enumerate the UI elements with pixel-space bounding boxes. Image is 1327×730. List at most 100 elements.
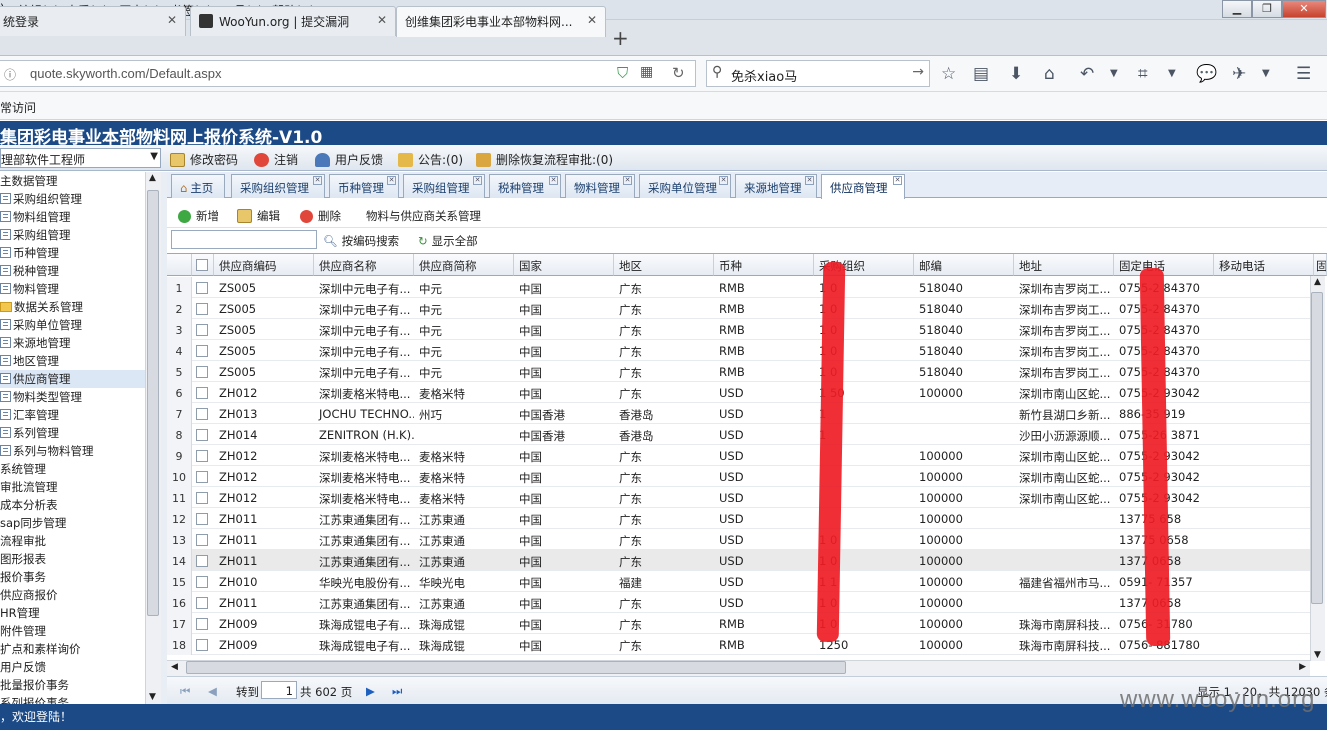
table-row[interactable]: 4ZS005深圳中元电子有...中元中国广东RMB1 0518040深圳布吉罗岗… — [167, 340, 1310, 361]
browser-tab-wooyun[interactable]: WooYun.org | 提交漏洞 ✕ — [190, 6, 396, 36]
table-row[interactable]: 3ZS005深圳中元电子有...中元中国广东RMB1 0518040深圳布吉罗岗… — [167, 319, 1310, 340]
close-tab-icon[interactable]: ✕ — [473, 176, 482, 185]
sidebar-item-master-data[interactable]: 主数据管理 — [0, 172, 58, 190]
show-all-button[interactable]: ↻ 显示全部 — [418, 233, 478, 249]
row-checkbox[interactable] — [196, 345, 208, 357]
delete-button[interactable]: 删除 — [300, 208, 341, 224]
row-checkbox[interactable] — [196, 513, 208, 525]
reading-list-icon[interactable]: ▤ — [973, 64, 989, 84]
sidebar-item-supplier-quote[interactable]: 供应商报价 — [0, 586, 58, 604]
close-tab-icon[interactable]: ✕ — [719, 176, 728, 185]
url-bar[interactable]: ⓘ quote.skyworth.com/Default.aspx ⛉ ▦ ↻ — [0, 60, 696, 87]
table-row[interactable]: 8ZH014ZENITRON (H.K)...中国香港香港岛USD 1沙田小沥源… — [167, 424, 1310, 445]
table-row[interactable]: 14ZH011江苏東通集团有...江苏東通中国广东USD1 0100000137… — [167, 550, 1310, 571]
sidebar-item-series-material[interactable]: 系列与物料管理 — [0, 442, 94, 460]
sidebar-item-system[interactable]: 系统管理 — [0, 460, 46, 478]
sidebar-item-supplier[interactable]: 供应商管理 — [0, 370, 145, 388]
col-header-postcode[interactable]: 邮编 — [914, 254, 1014, 276]
go-arrow-icon[interactable]: → — [912, 64, 924, 80]
change-password-button[interactable]: 修改密码 — [170, 151, 238, 168]
bookmark-most-visited[interactable]: 常访问 — [0, 99, 36, 116]
sidebar-item-exchange-rate[interactable]: 汇率管理 — [0, 406, 59, 424]
search-input[interactable]: ⚲ 免杀xiao马 → — [706, 60, 930, 87]
sidebar-item-data-relation[interactable]: 数据关系管理 — [0, 298, 83, 316]
scroll-left-icon[interactable]: ◀ — [171, 662, 178, 672]
table-row[interactable]: 16ZH011江苏東通集团有...江苏東通中国广东USD1 0100000137… — [167, 592, 1310, 613]
table-row[interactable]: 13ZH011江苏東通集团有...江苏東通中国广东USD1 0100000137… — [167, 529, 1310, 550]
row-checkbox[interactable] — [196, 324, 208, 336]
col-header-currency[interactable]: 币种 — [714, 254, 814, 276]
table-row[interactable]: 12 ZH011 江苏東通集团有... 江苏東通 中国 广东 USD 100000 13775 … — [167, 508, 1310, 529]
tab-purchase-org[interactable]: 采购组织管理 ✕ — [231, 174, 325, 198]
sidebar-item-material-type[interactable]: 物料类型管理 — [0, 388, 82, 406]
undo-icon[interactable]: ↶ — [1080, 64, 1094, 84]
sidebar-item-user-feedback[interactable]: 用户反馈 — [0, 658, 46, 676]
sidebar-item-attachment[interactable]: 附件管理 — [0, 622, 46, 640]
col-header-address[interactable]: 地址 — [1014, 254, 1114, 276]
close-tab-icon[interactable]: ✕ — [377, 13, 387, 27]
crop-icon[interactable]: ⌗ — [1138, 64, 1148, 84]
close-tab-icon[interactable]: ✕ — [805, 176, 814, 185]
table-row[interactable]: 9 ZH012 深圳麦格米特电... 麦格米特 中国 广东 USD 100000 深圳市南山区蛇… — [167, 445, 1310, 466]
next-page-icon[interactable]: ▶ — [366, 684, 375, 698]
hamburger-menu-icon[interactable]: ☰ — [1296, 64, 1311, 84]
close-tab-icon[interactable]: ✕ — [313, 176, 322, 185]
tab-supplier[interactable]: 供应商管理 ✕ — [821, 174, 905, 199]
tab-tax[interactable]: 税种管理 ✕ — [489, 174, 561, 198]
tab-purchase-unit[interactable]: 采购单位管理 ✕ — [639, 174, 731, 198]
table-row[interactable]: 1ZS005深圳中元电子有...中元中国广东RMB1 0518040深圳布吉罗岗… — [167, 277, 1310, 298]
row-checkbox[interactable] — [196, 366, 208, 378]
chat-icon[interactable]: 💬 — [1196, 64, 1217, 84]
row-checkbox[interactable] — [196, 639, 208, 651]
tab-material[interactable]: 物料管理 ✕ — [565, 174, 635, 198]
sidebar-item-series[interactable]: 系列管理 — [0, 424, 59, 442]
sidebar-item-currency[interactable]: 币种管理 — [0, 244, 59, 262]
select-all-checkbox[interactable] — [196, 259, 208, 271]
qrcode-icon[interactable]: ▦ — [640, 64, 653, 80]
maximize-button[interactable]: ❐ — [1252, 0, 1282, 18]
supplier-relation-button[interactable]: 物料与供应商关系管理 — [366, 208, 481, 224]
chevron-down-icon[interactable]: ▼ — [1262, 68, 1270, 79]
minimize-button[interactable]: ▁ — [1222, 0, 1252, 18]
page-number-input[interactable]: 1 — [261, 681, 297, 699]
close-tab-icon[interactable]: ✕ — [549, 176, 558, 185]
row-checkbox[interactable] — [196, 282, 208, 294]
row-checkbox[interactable] — [196, 429, 208, 441]
sidebar-item-purchase-unit[interactable]: 采购单位管理 — [0, 316, 82, 334]
sidebar-item-approval-flow[interactable]: 审批流管理 — [0, 478, 58, 496]
sidebar-item-process-approval[interactable]: 流程审批 — [0, 532, 46, 550]
table-row[interactable]: 10 ZH012 深圳麦格米特电... 麦格米特 中国 广东 USD 100000 深圳市南山区… — [167, 466, 1310, 487]
sidebar-item-cost-analysis[interactable]: 成本分析表 — [0, 496, 58, 514]
sidebar-item-quote-affairs[interactable]: 报价事务 — [0, 568, 46, 586]
sidebar-item-material[interactable]: 物料管理 — [0, 280, 59, 298]
close-tab-icon[interactable]: ✕ — [893, 176, 902, 185]
row-checkbox[interactable] — [196, 450, 208, 462]
prev-page-icon[interactable]: ◀ — [208, 684, 217, 698]
row-checkbox[interactable] — [196, 303, 208, 315]
close-tab-icon[interactable]: ✕ — [587, 13, 597, 27]
sidebar-item-tax[interactable]: 税种管理 — [0, 262, 59, 280]
col-header-region[interactable]: 地区 — [614, 254, 714, 276]
first-page-icon[interactable]: ⏮ — [180, 684, 190, 699]
table-row[interactable]: 7ZH013JOCHU TECHNO...州巧中国香港香港岛USD 1新竹县湖口… — [167, 403, 1310, 424]
row-checkbox[interactable] — [196, 492, 208, 504]
home-icon[interactable]: ⌂ — [1044, 64, 1055, 84]
feedback-button[interactable]: 用户反馈 — [315, 151, 383, 168]
reload-icon[interactable]: ↻ — [672, 64, 685, 82]
col-header-country[interactable]: 国家 — [514, 254, 614, 276]
sidebar-item-material-group[interactable]: 物料组管理 — [0, 208, 71, 226]
add-button[interactable]: 新增 — [178, 208, 219, 224]
chevron-down-icon[interactable]: ▼ — [1110, 68, 1118, 79]
sidebar-item-purchase-group[interactable]: 采购组管理 — [0, 226, 71, 244]
sidebar-item-series-quote[interactable]: 系列报价事务 — [0, 694, 69, 704]
close-tab-icon[interactable]: ✕ — [167, 13, 177, 27]
col-header-supplier-code[interactable]: 供应商编码 — [214, 254, 314, 276]
sidebar-item-hr[interactable]: HR管理 — [0, 604, 40, 622]
scroll-down-icon[interactable]: ▼ — [149, 692, 156, 702]
table-row[interactable]: 5ZS005深圳中元电子有...中元中国广东RMB1 0518040深圳布吉罗岗… — [167, 361, 1310, 382]
download-icon[interactable]: ⬇ — [1009, 64, 1023, 84]
col-header-supplier-short[interactable]: 供应商简称 — [414, 254, 514, 276]
col-header-phone[interactable]: 固定电话 — [1114, 254, 1214, 276]
sidebar-item-sap-sync[interactable]: sap同步管理 — [0, 514, 66, 532]
select-all-header[interactable] — [192, 254, 214, 276]
